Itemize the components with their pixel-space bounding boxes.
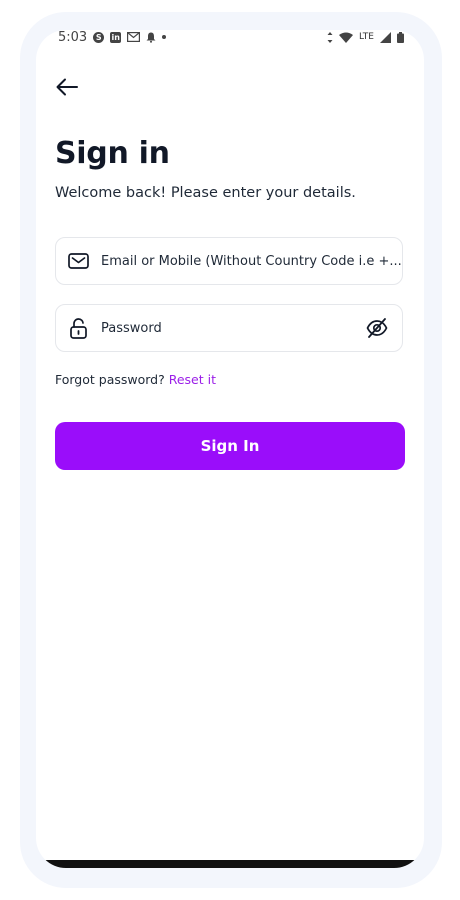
bell-icon (146, 32, 156, 43)
battery-icon (397, 31, 404, 43)
phone-screen: 5:03 S in LTE Sign in Welcome back! Plea… (36, 30, 424, 868)
sign-in-button[interactable]: Sign In (55, 422, 405, 470)
gmail-icon (127, 32, 141, 42)
arrow-left-icon (56, 78, 78, 100)
reset-password-link[interactable]: Reset it (169, 372, 216, 387)
eye-off-icon[interactable] (364, 315, 390, 341)
password-input[interactable] (101, 320, 364, 336)
lock-icon (67, 317, 89, 339)
status-right: LTE (327, 31, 404, 43)
status-left: 5:03 S in (58, 30, 167, 45)
password-field[interactable] (55, 304, 403, 352)
page-subtitle: Welcome back! Please enter your details. (55, 185, 356, 201)
forgot-password-text: Forgot password? (55, 372, 169, 387)
back-button[interactable] (55, 78, 79, 100)
email-input[interactable] (101, 253, 402, 269)
wifi-icon (339, 32, 354, 43)
page-title: Sign in (55, 136, 170, 171)
status-time: 5:03 (58, 30, 88, 45)
network-type: LTE (359, 32, 374, 42)
signal-icon (380, 31, 391, 43)
status-bar: 5:03 S in LTE (58, 30, 404, 45)
home-indicator-bar (36, 860, 424, 868)
dot-icon (162, 35, 167, 39)
vibrate-icon (327, 31, 333, 43)
skype-icon: S (93, 31, 105, 43)
linkedin-icon: in (110, 31, 122, 43)
forgot-password-row: Forgot password? Reset it (55, 372, 216, 387)
mail-icon (67, 250, 89, 272)
email-field[interactable] (55, 237, 403, 285)
